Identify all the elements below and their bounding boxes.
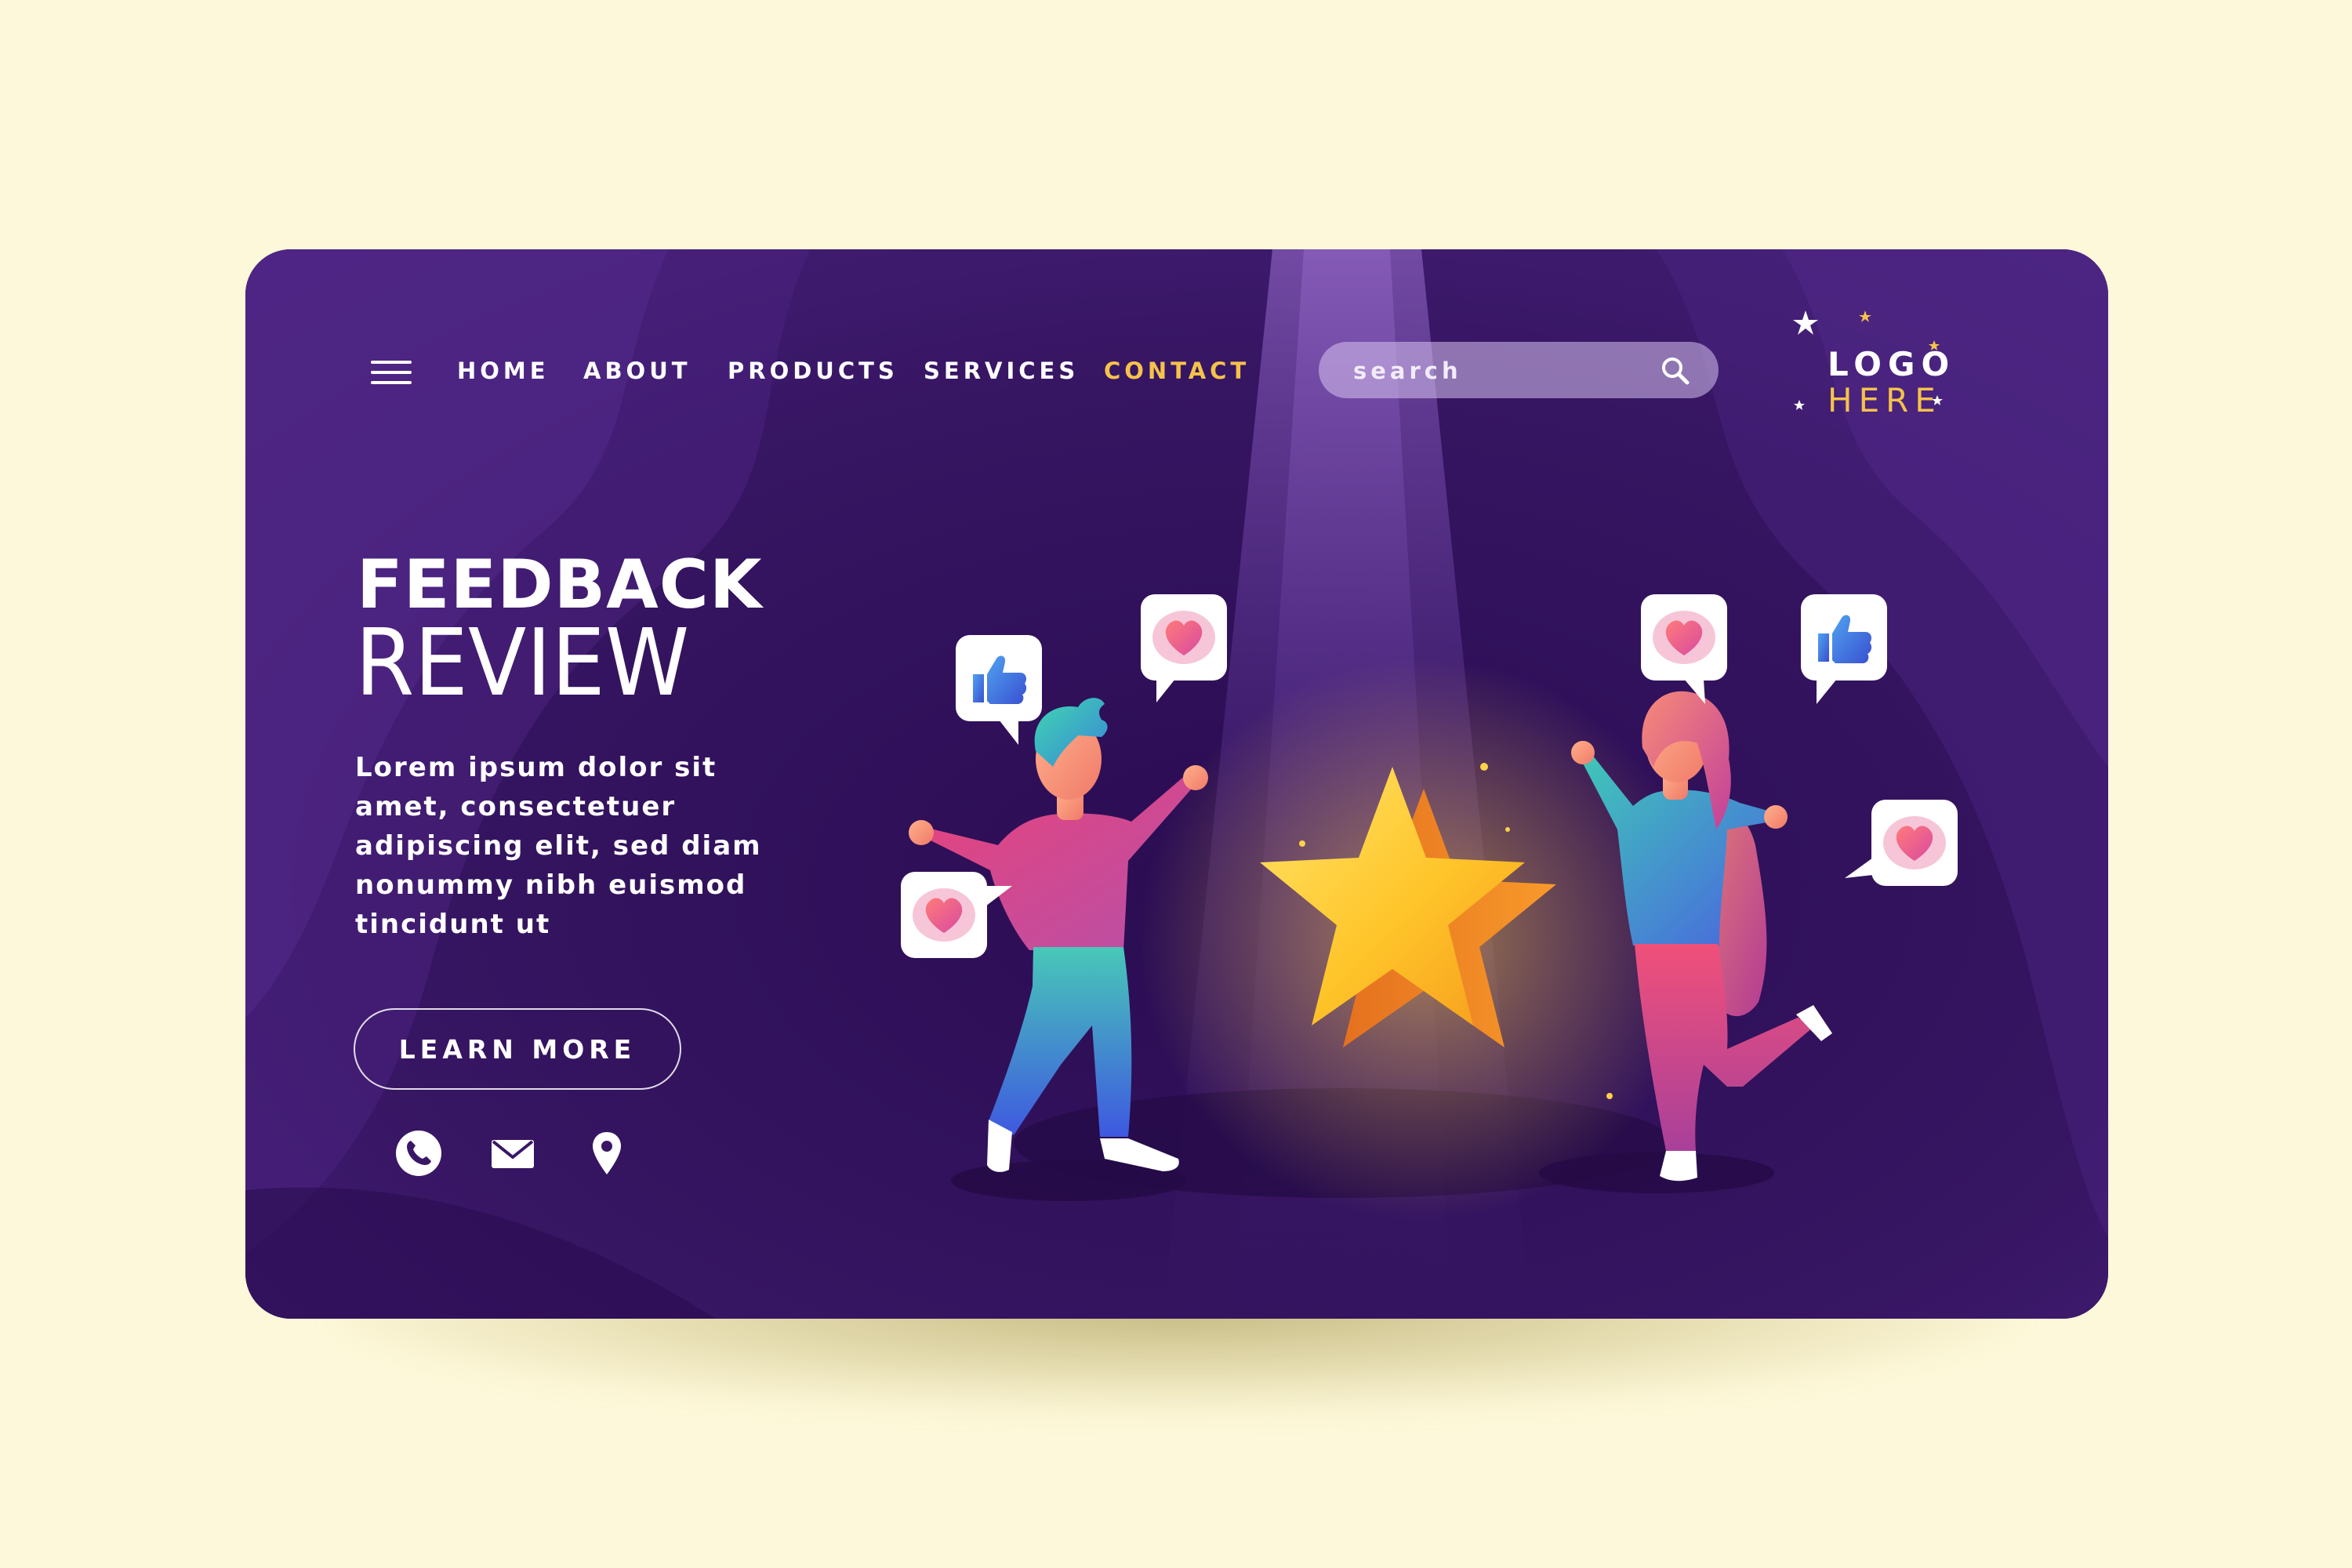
- search-icon[interactable]: [1661, 356, 1690, 386]
- learn-more-label: LEARN MORE: [398, 1033, 637, 1065]
- nav-services[interactable]: SERVICES: [924, 358, 1079, 384]
- search-input[interactable]: [1352, 342, 1653, 400]
- logo-text-line2: HERE: [1828, 381, 1942, 419]
- hamburger-menu-icon[interactable]: [371, 361, 412, 387]
- nav-about[interactable]: ABOUT: [583, 358, 691, 384]
- landing-card: HOME ABOUT PRODUCTS SERVICES CONTACT LOG…: [245, 249, 2108, 1319]
- mail-icon[interactable]: [488, 1129, 537, 1178]
- hero-body-text: Lorem ipsum dolor sit amet, consectetuer…: [355, 752, 762, 940]
- phone-icon[interactable]: [394, 1129, 443, 1178]
- location-pin-icon[interactable]: [583, 1129, 631, 1178]
- nav-products[interactable]: PRODUCTS: [728, 358, 898, 384]
- nav-contact[interactable]: CONTACT: [1104, 358, 1250, 384]
- logo-text-line1: LOGO: [1828, 345, 1956, 383]
- logo[interactable]: LOGO HERE: [1782, 304, 1955, 422]
- hero-title-line2: REVIEW: [355, 608, 690, 717]
- nav-home[interactable]: HOME: [457, 358, 550, 384]
- search-bar: [1319, 342, 1719, 400]
- learn-more-button[interactable]: LEARN MORE: [354, 1008, 681, 1090]
- page: HOME ABOUT PRODUCTS SERVICES CONTACT LOG…: [0, 0, 2352, 1568]
